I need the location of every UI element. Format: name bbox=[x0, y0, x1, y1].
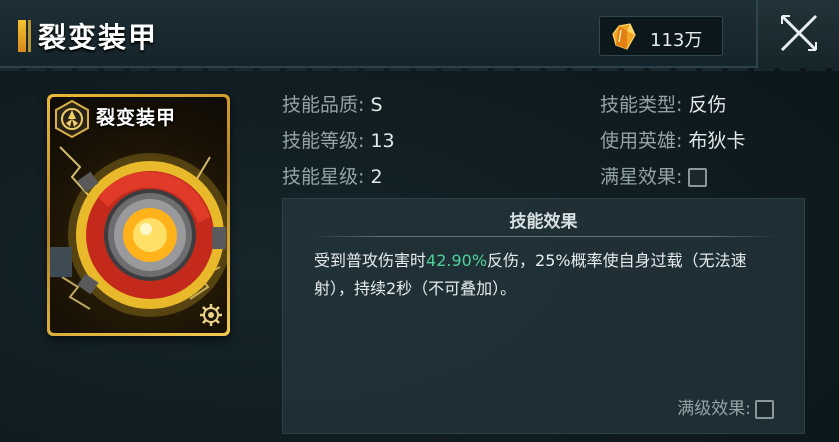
skill-effect-box: 技能效果 受到普攻伤害时42.90%反伤，25%概率使自身过载（无法速射），持续… bbox=[282, 198, 805, 434]
full-star-effect-label: 满星效果: bbox=[600, 166, 683, 188]
skill-hero: 使用英雄: 布狄卡 bbox=[600, 126, 745, 153]
close-button[interactable] bbox=[756, 0, 839, 68]
skill-level: 技能等级: 13 bbox=[282, 126, 395, 153]
skill-type: 技能类型: 反伤 bbox=[600, 90, 726, 117]
skill-detail-panel: 裂变装甲 113万 裂变装甲 技能品质: S 技能等级: 13 技能星级: 2 … bbox=[0, 0, 839, 442]
skill-effect-title: 技能效果 bbox=[509, 212, 578, 232]
skill-level-value: 13 bbox=[370, 130, 395, 152]
full-star-effect: 满星效果: bbox=[600, 162, 708, 189]
card-title: 裂变装甲 bbox=[96, 107, 177, 129]
skill-star-value: 2 bbox=[370, 166, 383, 188]
skill-star: 技能星级: 2 bbox=[282, 162, 383, 189]
max-level-effect: 满级效果: bbox=[677, 394, 774, 419]
gear-icon bbox=[200, 304, 222, 326]
skill-quality-label: 技能品质: bbox=[282, 94, 365, 116]
currency-value: 113万 bbox=[650, 30, 703, 51]
max-level-checkbox[interactable] bbox=[755, 399, 774, 419]
currency-display: 113万 bbox=[599, 16, 723, 56]
max-level-effect-label: 满级效果: bbox=[677, 399, 751, 419]
effect-text-before: 受到普攻伤害时 bbox=[314, 251, 427, 270]
full-star-checkbox[interactable] bbox=[688, 168, 708, 187]
page-title: 裂变装甲 bbox=[38, 21, 159, 54]
divider bbox=[311, 236, 778, 237]
header-bar: 裂变装甲 113万 bbox=[0, 0, 839, 71]
skill-effect-description: 受到普攻伤害时42.90%反伤，25%概率使自身过载（无法速射），持续2秒（不可… bbox=[314, 247, 784, 303]
close-icon bbox=[780, 14, 818, 52]
skill-hero-label: 使用英雄: bbox=[600, 130, 683, 152]
skill-type-value: 反伤 bbox=[688, 94, 727, 116]
skill-star-label: 技能星级: bbox=[282, 166, 365, 188]
skill-hero-value: 布狄卡 bbox=[688, 130, 746, 152]
skill-quality-value: S bbox=[370, 94, 383, 116]
skill-type-label: 技能类型: bbox=[600, 94, 683, 116]
crystal-icon bbox=[612, 23, 636, 50]
effect-highlight-value: 42.90% bbox=[426, 251, 488, 270]
skill-card: 裂变装甲 bbox=[47, 94, 230, 336]
hexagon-emblem-icon bbox=[55, 99, 89, 139]
skill-level-label: 技能等级: bbox=[282, 130, 365, 152]
title-accent-bar bbox=[18, 20, 31, 52]
skill-quality: 技能品质: S bbox=[282, 90, 383, 117]
